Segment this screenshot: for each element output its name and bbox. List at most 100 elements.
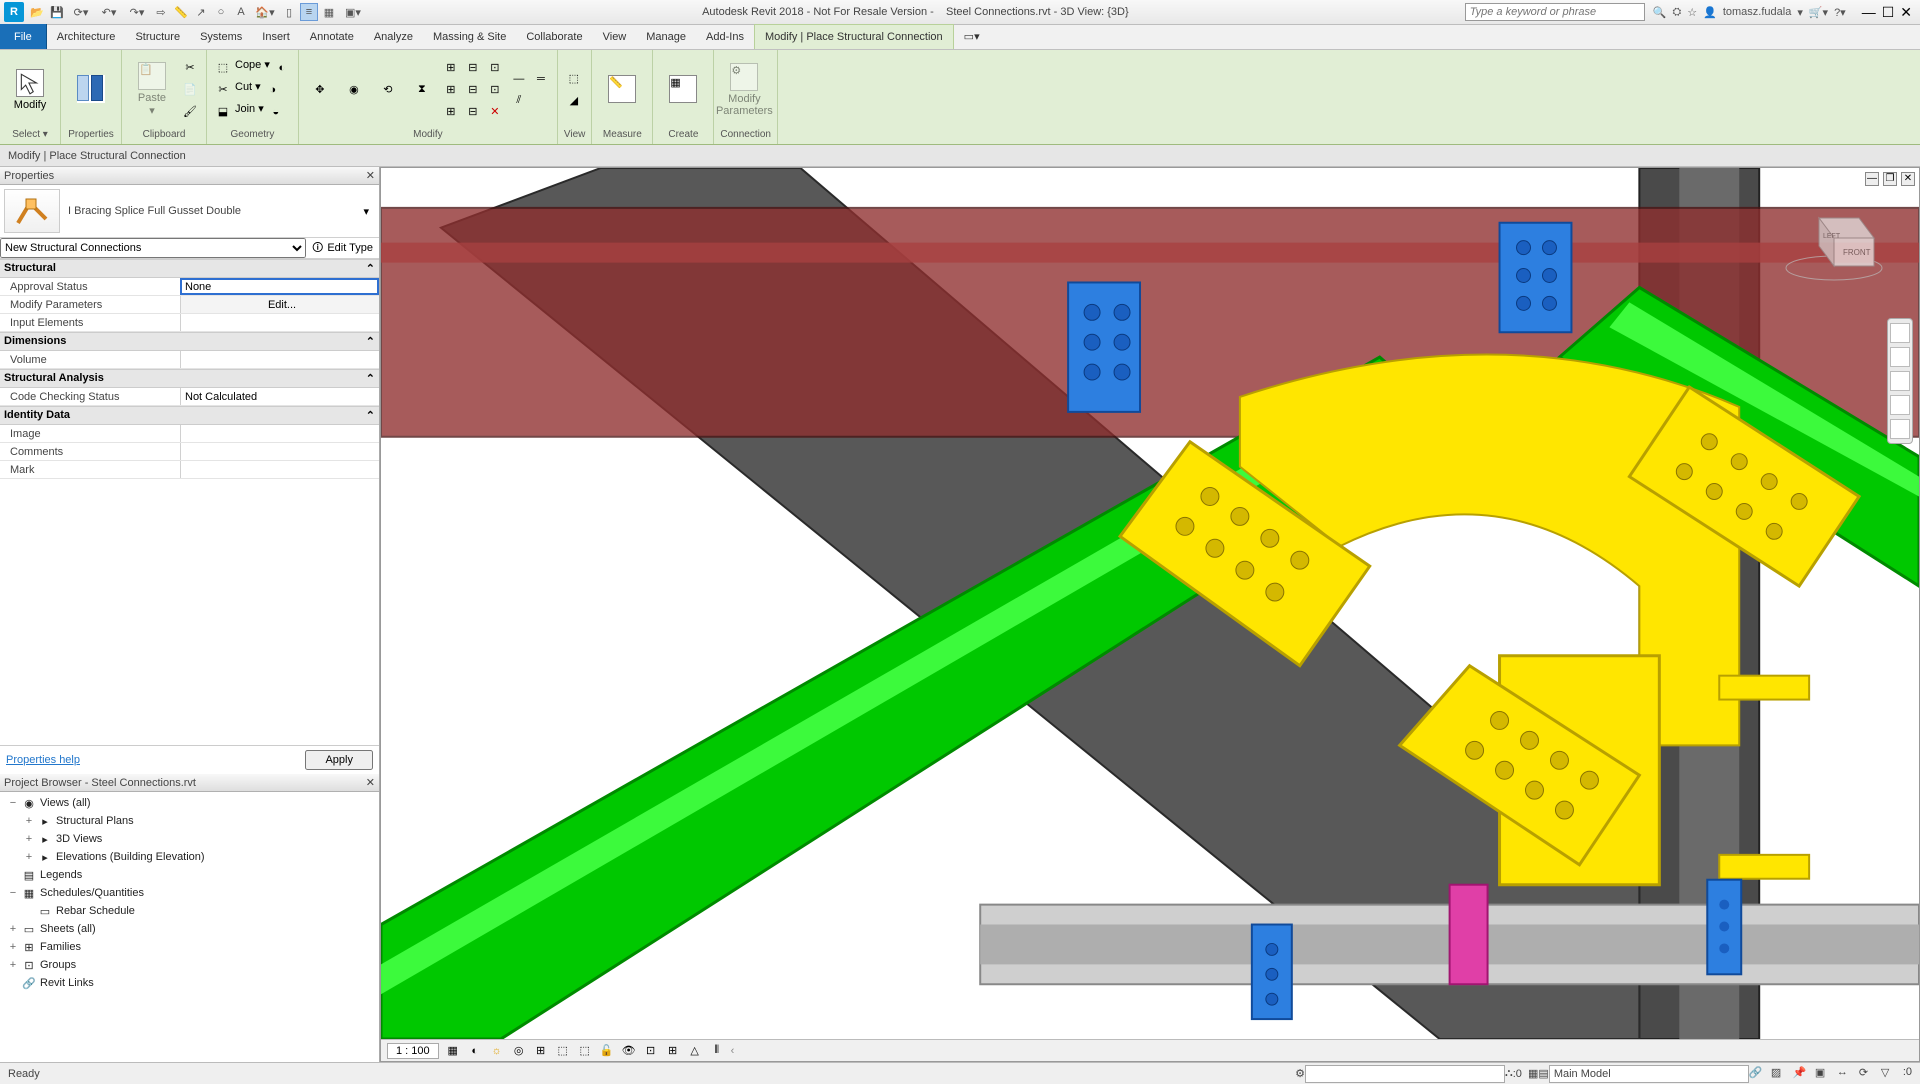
visual-style-icon[interactable]: ◐ bbox=[467, 1043, 483, 1059]
tab-insert[interactable]: Insert bbox=[252, 24, 300, 49]
properties-help-link[interactable]: Properties help bbox=[6, 754, 80, 766]
property-group-header[interactable]: Structural Analysis⌃ bbox=[0, 369, 379, 388]
switch-windows-icon[interactable]: ▣▾ bbox=[340, 3, 366, 21]
render-dialog-icon[interactable]: ⊞ bbox=[533, 1043, 549, 1059]
star-icon[interactable]: ☆ bbox=[1687, 6, 1697, 19]
worksets-icon[interactable]: ⚙ bbox=[1295, 1067, 1305, 1080]
property-value[interactable] bbox=[180, 351, 379, 368]
tab-modify-place-connection[interactable]: Modify | Place Structural Connection bbox=[754, 24, 954, 49]
view-close-icon[interactable]: ✕ bbox=[1901, 172, 1915, 186]
instance-filter-select[interactable]: New Structural Connections bbox=[0, 238, 306, 258]
sync-icon[interactable]: ⟳▾ bbox=[68, 3, 94, 21]
open-icon[interactable]: 📂 bbox=[28, 3, 46, 21]
measure-icon[interactable]: 📏 bbox=[172, 3, 190, 21]
properties-palette-header[interactable]: Properties ✕ bbox=[0, 167, 379, 185]
property-value[interactable] bbox=[180, 314, 379, 331]
undo-icon[interactable]: ↶▾ bbox=[96, 3, 122, 21]
tab-add-ins[interactable]: Add-Ins bbox=[696, 24, 754, 49]
user-name[interactable]: tomasz.fudala bbox=[1723, 6, 1791, 18]
close-window-icon[interactable]: ✕ bbox=[1900, 4, 1912, 21]
extend-single-icon[interactable]: ═ bbox=[531, 69, 551, 89]
close-properties-icon[interactable]: ✕ bbox=[366, 169, 375, 182]
join-profile-icon[interactable]: ◒ bbox=[266, 102, 286, 122]
exchange-apps-icon[interactable]: 🛒▾ bbox=[1809, 6, 1828, 19]
section-box-icon[interactable]: ▯ bbox=[280, 3, 298, 21]
default-3d-view-icon[interactable]: 🏠▾ bbox=[252, 3, 278, 21]
text-icon[interactable]: A bbox=[232, 3, 250, 21]
property-value[interactable]: Not Calculated bbox=[180, 388, 379, 405]
tree-node[interactable]: +▸Elevations (Building Elevation) bbox=[4, 848, 375, 866]
cut-profile-icon[interactable]: ◑ bbox=[263, 80, 283, 100]
background-processes-icon[interactable]: ⟳ bbox=[1859, 1066, 1875, 1082]
drag-elements-icon[interactable]: ↔ bbox=[1837, 1066, 1853, 1082]
steering-wheel-icon[interactable] bbox=[1890, 323, 1910, 343]
reveal-hidden-icon[interactable]: ⊡ bbox=[643, 1043, 659, 1059]
view-minimize-icon[interactable]: — bbox=[1865, 172, 1879, 186]
select-links-icon[interactable]: 🔗 bbox=[1749, 1066, 1765, 1082]
close-project-browser-icon[interactable]: ✕ bbox=[366, 776, 375, 789]
trim-icon[interactable]: ⊟ bbox=[463, 58, 483, 78]
property-row[interactable]: Image bbox=[0, 425, 379, 443]
extend-icon[interactable]: — bbox=[509, 69, 529, 89]
select-face-icon[interactable]: ▣ bbox=[1815, 1066, 1831, 1082]
join-button[interactable]: ⬓ bbox=[213, 102, 233, 122]
tree-node[interactable]: +⊡Groups bbox=[4, 956, 375, 974]
tree-node[interactable]: −▦Schedules/Quantities bbox=[4, 884, 375, 902]
shadows-icon[interactable]: ◎ bbox=[511, 1043, 527, 1059]
property-row[interactable]: Comments bbox=[0, 443, 379, 461]
rotate-icon[interactable]: ⟲ bbox=[373, 75, 403, 105]
tab-annotate[interactable]: Annotate bbox=[300, 24, 364, 49]
paste-aligned-icon[interactable]: 🖌 bbox=[180, 102, 200, 122]
worksharing-display-icon[interactable]: ⊞ bbox=[665, 1043, 681, 1059]
copy-clipboard-icon[interactable]: 📄 bbox=[180, 80, 200, 100]
split-icon[interactable]: ⊡ bbox=[485, 58, 505, 78]
property-row[interactable]: Input Elements bbox=[0, 314, 379, 332]
redo-icon[interactable]: ↷▾ bbox=[124, 3, 150, 21]
hide-icon[interactable]: ⬚ bbox=[564, 69, 584, 89]
tab-structure[interactable]: Structure bbox=[125, 24, 190, 49]
edit-type-button[interactable]: 🛈 Edit Type bbox=[306, 239, 379, 258]
search-glyph-icon[interactable]: 🔍 bbox=[1653, 6, 1667, 19]
subscription-icon[interactable]: ⛭ bbox=[1672, 6, 1681, 19]
project-browser-header[interactable]: Project Browser - Steel Connections.rvt … bbox=[0, 774, 379, 792]
align-icon[interactable]: ⊞ bbox=[441, 58, 461, 78]
cope-button[interactable]: ⬚ bbox=[213, 58, 233, 78]
tab-manage[interactable]: Manage bbox=[636, 24, 696, 49]
info-center-search[interactable] bbox=[1465, 3, 1645, 21]
unlock-3d-icon[interactable]: 🔓 bbox=[599, 1043, 615, 1059]
design-options-icon[interactable]: ▦ bbox=[1528, 1067, 1538, 1080]
select-pinned-icon[interactable]: 📌 bbox=[1793, 1066, 1809, 1082]
group-icon[interactable]: ⊟ bbox=[463, 102, 483, 122]
print-icon[interactable]: ⇨ bbox=[152, 3, 170, 21]
type-selector[interactable]: I Bracing Splice Full Gusset Double ▾ bbox=[0, 185, 379, 238]
property-row[interactable]: Approval StatusNone bbox=[0, 278, 379, 296]
section-icon[interactable]: ○ bbox=[212, 3, 230, 21]
tree-node[interactable]: ▤Legends bbox=[4, 866, 375, 884]
mirror-icon[interactable]: ⧗ bbox=[407, 75, 437, 105]
type-dropdown-icon[interactable]: ▾ bbox=[357, 205, 375, 218]
tab-massing-site[interactable]: Massing & Site bbox=[423, 24, 516, 49]
modify-button[interactable]: Modify bbox=[6, 54, 54, 126]
property-group-header[interactable]: Dimensions⌃ bbox=[0, 332, 379, 351]
property-group-header[interactable]: Structural⌃ bbox=[0, 259, 379, 278]
view-restore-icon[interactable]: ❐ bbox=[1883, 172, 1897, 186]
scale-icon[interactable]: ⊟ bbox=[463, 80, 483, 100]
tree-node[interactable]: ▭Rebar Schedule bbox=[4, 902, 375, 920]
zoom-icon[interactable] bbox=[1890, 371, 1910, 391]
tree-node[interactable]: +▭Sheets (all) bbox=[4, 920, 375, 938]
tab-collaborate[interactable]: Collaborate bbox=[516, 24, 592, 49]
delete-icon[interactable]: ✕ bbox=[485, 102, 505, 122]
modify-parameters-button[interactable]: ⚙ Modify Parameters bbox=[720, 54, 768, 126]
detail-level-icon[interactable]: ▦ bbox=[445, 1043, 461, 1059]
ribbon-minimize-icon[interactable]: ▭▾ bbox=[954, 24, 990, 49]
project-browser-tree[interactable]: −◉Views (all)+▸Structural Plans+▸3D View… bbox=[0, 792, 379, 1062]
property-row[interactable]: Code Checking StatusNot Calculated bbox=[0, 388, 379, 406]
user-icon[interactable]: 👤 bbox=[1703, 6, 1717, 19]
close-hidden-icon[interactable]: ▦ bbox=[320, 3, 338, 21]
main-model-icon[interactable]: ▤ bbox=[1538, 1067, 1548, 1080]
tree-node[interactable]: +⊞Families bbox=[4, 938, 375, 956]
save-icon[interactable]: 💾 bbox=[48, 3, 66, 21]
tree-node[interactable]: 🔗Revit Links bbox=[4, 974, 375, 992]
property-value[interactable] bbox=[180, 443, 379, 460]
view-cube[interactable]: LEFT FRONT bbox=[1779, 198, 1889, 288]
